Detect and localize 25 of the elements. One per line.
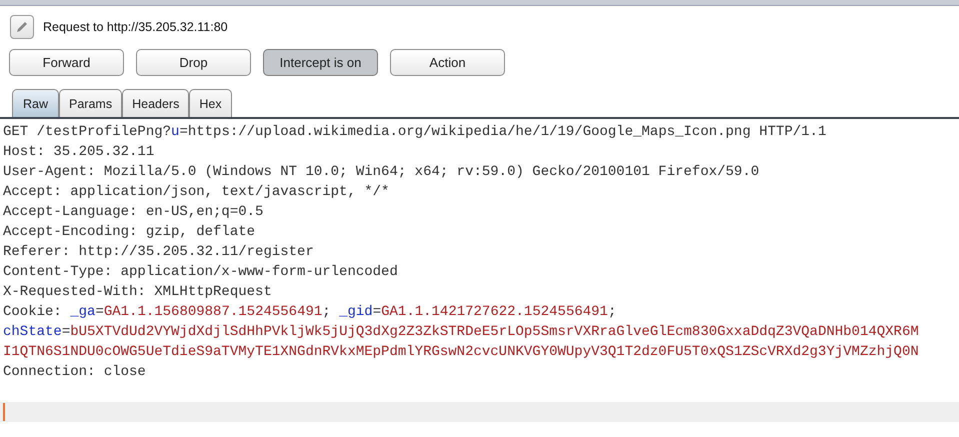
code-line: Accept-Encoding: gzip, deflate bbox=[2, 223, 256, 242]
toolbar-button[interactable]: Intercept is on bbox=[263, 49, 378, 76]
request-title: Request to http://35.205.32.11:80 bbox=[43, 20, 228, 34]
toolbar-button[interactable]: Forward bbox=[9, 49, 124, 76]
edit-button[interactable] bbox=[10, 15, 34, 39]
code-line: Cookie: _ga=GA1.1.156809887.1524556491; _gid=GA1.1.1421727622.1524556491; bbox=[2, 303, 618, 322]
code-line: chState=bU5XTVdUd2VYWjdXdjlSdHhPVkljWk5jUjQ3dXg2Z3ZkSTRDeE5rLOp5SmsrVXRraGlveGlEcm830GxxaDdqZ3VQaDNHb014QXR6M bbox=[2, 323, 920, 342]
toolbar-button[interactable]: Action bbox=[390, 49, 505, 76]
code-line: Connection: close bbox=[2, 363, 147, 382]
code-line: Referer: http://35.205.32.11/register bbox=[2, 243, 315, 262]
code-line: I1QTN6S1NDU0cOWG5UeTdieS9aTVMyTE1XNGdnRVkxMEpPdmlYRGswN2cvcUNKVGY0WUpyV3Q1T2dz0FU5T0xQS1ZScVRXd2g3YjVMZzhjQ0N bbox=[2, 343, 920, 362]
toolbar-button[interactable]: Drop bbox=[136, 49, 251, 76]
code-line: GET /testProfilePng?u=https://upload.wikimedia.org/wikipedia/he/1/19/Google_Maps_Icon.png HTTP/1.1 bbox=[2, 123, 828, 142]
code-line: Accept-Language: en-US,en;q=0.5 bbox=[2, 203, 264, 222]
code-line: Content-Type: application/x-www-form-urlencoded bbox=[2, 263, 399, 282]
pencil-icon bbox=[15, 20, 29, 34]
tab[interactable]: Params bbox=[59, 89, 122, 117]
tab[interactable]: Hex bbox=[189, 89, 232, 117]
tab[interactable]: Headers bbox=[122, 89, 190, 117]
code-line: User-Agent: Mozilla/5.0 (Windows NT 10.0; Win64; x64; rv:59.0) Gecko/20100101 Firefox/59.0 bbox=[2, 163, 760, 182]
code-line: Accept: application/json, text/javascript, */* bbox=[2, 183, 390, 202]
text-cursor bbox=[3, 403, 5, 421]
code-line: X-Requested-With: XMLHttpRequest bbox=[2, 283, 273, 302]
tab[interactable]: Raw bbox=[12, 89, 60, 117]
code-line: Host: 35.205.32.11 bbox=[2, 143, 156, 162]
